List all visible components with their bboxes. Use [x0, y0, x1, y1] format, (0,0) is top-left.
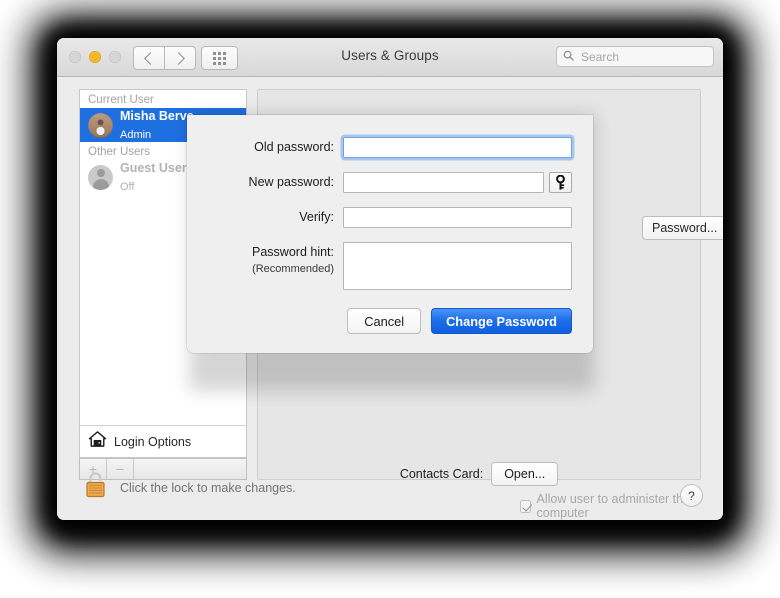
system-preferences-window: Users & Groups Current User — [57, 38, 723, 520]
password-assistant-button[interactable] — [549, 172, 572, 193]
password-hint-label: Password hint: (Recommended) — [208, 242, 343, 276]
password-hint-sublabel: (Recommended) — [208, 263, 334, 276]
search-input[interactable] — [579, 49, 707, 65]
old-password-row: Old password: — [208, 137, 572, 158]
new-password-label: New password: — [208, 172, 343, 193]
window-body: Current User Misha Berve Admin Other Use… — [57, 77, 723, 520]
verify-password-input[interactable] — [343, 207, 572, 228]
key-icon — [554, 175, 567, 190]
window-titlebar: Users & Groups — [57, 38, 723, 77]
group-label-current-user: Current User — [80, 90, 246, 108]
search-icon — [563, 48, 574, 66]
cancel-button[interactable]: Cancel — [347, 308, 421, 334]
password-hint-input[interactable] — [343, 242, 572, 290]
old-password-input[interactable] — [343, 137, 572, 158]
user-name: Misha Berve — [120, 109, 194, 123]
user-text-block: Misha Berve Admin — [120, 107, 194, 144]
open-contacts-card-button[interactable]: Open... — [491, 462, 558, 486]
home-icon — [88, 430, 107, 453]
change-password-button[interactable]: Password... — [642, 216, 723, 240]
avatar — [88, 113, 113, 138]
lock-hint-text: Click the lock to make changes. — [120, 481, 296, 495]
password-hint-label-text: Password hint: — [252, 245, 334, 259]
login-options-row[interactable]: Login Options — [79, 425, 247, 458]
user-role: Admin — [120, 129, 151, 141]
search-field[interactable] — [556, 46, 714, 67]
login-options-label: Login Options — [114, 435, 191, 449]
sheet-button-row: Cancel Change Password — [208, 308, 572, 334]
padlock-unlocked-icon[interactable] — [83, 470, 108, 505]
new-password-row: New password: — [208, 172, 572, 193]
verify-password-label: Verify: — [208, 207, 343, 228]
screen: Users & Groups Current User — [0, 0, 780, 598]
change-password-sheet: Old password: New password: — [187, 115, 593, 353]
contacts-card-label: Contacts Card: — [400, 467, 483, 481]
new-password-input[interactable] — [343, 172, 544, 193]
user-name: Guest User — [120, 161, 187, 175]
user-status: Off — [120, 181, 134, 193]
help-button[interactable]: ? — [680, 484, 703, 507]
admin-checkbox[interactable] — [520, 500, 531, 513]
password-hint-row: Password hint: (Recommended) — [208, 242, 572, 290]
admin-checkbox-row[interactable]: Allow user to administer this computer — [520, 492, 700, 520]
change-password-confirm-button[interactable]: Change Password — [431, 308, 572, 334]
admin-checkbox-label: Allow user to administer this computer — [537, 492, 700, 520]
lock-row[interactable]: Click the lock to make changes. — [83, 470, 296, 505]
user-text-block: Guest User Off — [120, 159, 187, 196]
person-icon — [88, 165, 113, 190]
contacts-card-row: Contacts Card: Open... — [258, 462, 700, 486]
old-password-label: Old password: — [208, 137, 343, 158]
verify-password-row: Verify: — [208, 207, 572, 228]
